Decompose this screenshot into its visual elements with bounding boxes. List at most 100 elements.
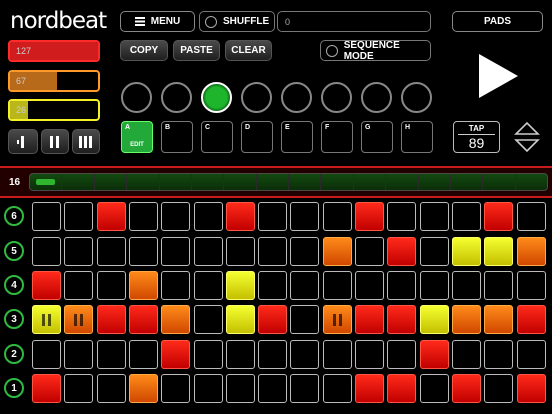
step-cell[interactable] (161, 237, 191, 266)
step-cell[interactable] (161, 202, 191, 231)
step-cell[interactable] (64, 305, 94, 334)
step-cell[interactable] (128, 237, 158, 266)
step-cell[interactable] (322, 305, 352, 334)
step-cell[interactable] (419, 271, 449, 300)
step-cell[interactable] (32, 374, 61, 403)
step-cell[interactable] (290, 271, 320, 300)
step-cell[interactable] (161, 340, 191, 369)
pattern-button-c[interactable]: C (201, 121, 233, 153)
step-cell[interactable] (96, 237, 126, 266)
pattern-button-f[interactable]: F (321, 121, 353, 153)
step-cell[interactable] (258, 340, 288, 369)
step-cell[interactable] (258, 202, 288, 231)
step-cell[interactable] (64, 340, 94, 369)
step-cell[interactable] (225, 271, 255, 300)
step-cell[interactable] (387, 305, 417, 334)
step-cell[interactable] (419, 237, 449, 266)
step-cell[interactable] (484, 340, 514, 369)
copy-button[interactable]: COPY (120, 40, 168, 61)
step-cell[interactable] (516, 340, 546, 369)
step-cell[interactable] (258, 305, 288, 334)
step-cell[interactable] (419, 340, 449, 369)
step-cell[interactable] (355, 305, 384, 334)
step-cell[interactable] (322, 237, 352, 266)
step-cell[interactable] (322, 271, 352, 300)
track-select-6[interactable]: 6 (4, 206, 24, 226)
step-cell[interactable] (193, 202, 223, 231)
step-cell[interactable] (258, 271, 288, 300)
step-cell[interactable] (451, 340, 481, 369)
step-cell[interactable] (516, 237, 546, 266)
step-cell[interactable] (32, 271, 61, 300)
step-cell[interactable] (451, 374, 481, 403)
step-count-label[interactable]: 16 (9, 177, 20, 188)
shuffle-amount-slider[interactable]: 0 (277, 11, 431, 32)
step-cell[interactable] (451, 202, 481, 231)
menu-button[interactable]: MENU (120, 11, 195, 32)
step-cell[interactable] (225, 374, 255, 403)
track-select-3[interactable]: 3 (4, 309, 24, 329)
level-bar-1[interactable]: 127 (8, 40, 100, 62)
step-cell[interactable] (322, 374, 352, 403)
pattern-button-g[interactable]: G (361, 121, 393, 153)
shuffle-toggle[interactable]: SHUFFLE (199, 11, 275, 32)
tracks-3-button[interactable] (72, 129, 100, 154)
step-cell[interactable] (451, 237, 481, 266)
step-cell[interactable] (516, 374, 546, 403)
step-cell[interactable] (484, 237, 514, 266)
step-cell[interactable] (290, 237, 320, 266)
step-cell[interactable] (128, 202, 158, 231)
step-cell[interactable] (484, 202, 514, 231)
step-cell[interactable] (419, 202, 449, 231)
step-cell[interactable] (355, 374, 384, 403)
step-cell[interactable] (516, 202, 546, 231)
step-cell[interactable] (322, 340, 352, 369)
step-cell[interactable] (96, 340, 126, 369)
tempo-down-icon[interactable] (514, 138, 540, 153)
track-select-4[interactable]: 4 (4, 275, 24, 295)
step-cell[interactable] (290, 305, 320, 334)
step-cell[interactable] (161, 374, 191, 403)
step-cell[interactable] (193, 374, 223, 403)
level-bar-2[interactable]: 67 (8, 70, 100, 92)
pattern-button-a[interactable]: A EDIT (121, 121, 153, 153)
tap-tempo-button[interactable]: TAP 89 (453, 121, 500, 153)
step-cell[interactable] (128, 374, 158, 403)
step-cell[interactable] (484, 271, 514, 300)
step-cell[interactable] (128, 305, 158, 334)
play-icon[interactable] (476, 53, 520, 99)
step-cell[interactable] (355, 237, 384, 266)
track-select-1[interactable]: 1 (4, 378, 24, 398)
step-cell[interactable] (193, 271, 223, 300)
track-select-2[interactable]: 2 (4, 344, 24, 364)
step-cell[interactable] (516, 305, 546, 334)
step-cell[interactable] (64, 271, 94, 300)
step-cell[interactable] (32, 237, 61, 266)
step-cell[interactable] (161, 305, 191, 334)
step-cell[interactable] (128, 340, 158, 369)
sequence-mode-toggle[interactable]: SEQUENCE MODE (320, 40, 431, 62)
pattern-button-b[interactable]: B (161, 121, 193, 153)
step-cell[interactable] (96, 202, 126, 231)
step-cell[interactable] (355, 340, 384, 369)
step-cell[interactable] (290, 374, 320, 403)
step-cell[interactable] (32, 340, 61, 369)
step-cell[interactable] (484, 305, 514, 334)
step-cell[interactable] (193, 340, 223, 369)
pattern-button-d[interactable]: D (241, 121, 273, 153)
step-cell[interactable] (64, 374, 94, 403)
step-cell[interactable] (484, 374, 514, 403)
pads-button[interactable]: PADS (452, 11, 543, 32)
step-cell[interactable] (32, 202, 61, 231)
step-cell[interactable] (96, 305, 126, 334)
step-cell[interactable] (290, 202, 320, 231)
step-cell[interactable] (355, 271, 384, 300)
step-cell[interactable] (290, 340, 320, 369)
step-cell[interactable] (451, 271, 481, 300)
track-select-5[interactable]: 5 (4, 241, 24, 261)
step-cell[interactable] (96, 271, 126, 300)
step-cell[interactable] (419, 374, 449, 403)
step-cell[interactable] (225, 305, 255, 334)
step-cell[interactable] (32, 305, 61, 334)
pattern-button-e[interactable]: E (281, 121, 313, 153)
